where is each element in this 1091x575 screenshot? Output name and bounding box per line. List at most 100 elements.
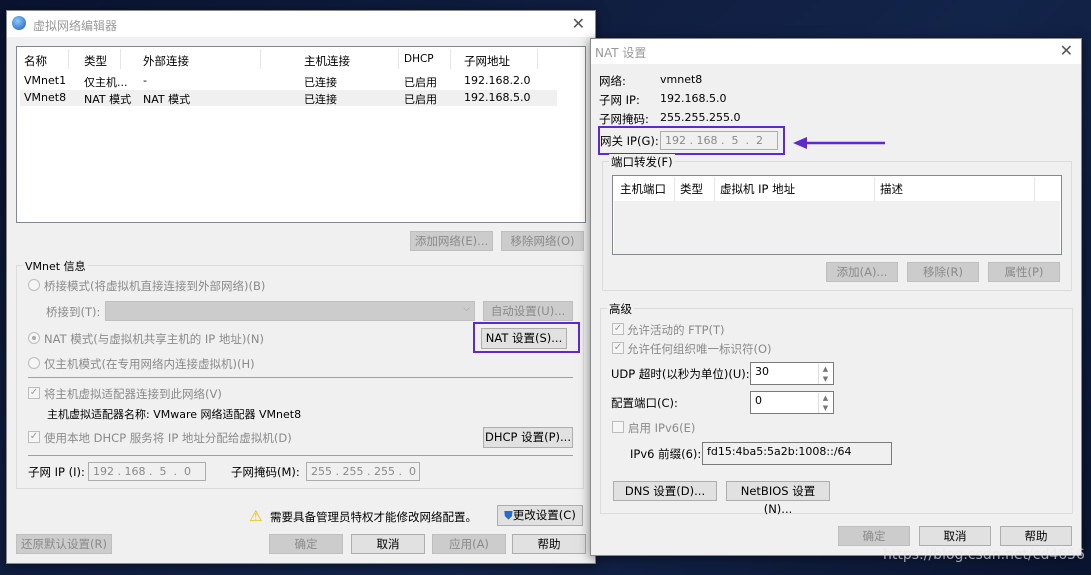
add-port-button[interactable]: 添加(A)...: [826, 262, 898, 282]
cell: VMnet1: [24, 74, 67, 87]
col-header-dhcp[interactable]: DHCP: [404, 53, 434, 65]
group-label: 高级: [607, 301, 634, 317]
ok-button[interactable]: 确定: [269, 534, 343, 554]
subnet-mask-input[interactable]: 255 . 255 . 255 . 0: [306, 462, 420, 481]
change-settings-label: 更改设置(C): [512, 508, 576, 522]
cell: 已连接: [304, 93, 337, 106]
bridge-mode-label: 桥接模式(将虚拟机直接连接到外部网络)(B): [44, 279, 266, 293]
config-port-label: 配置端口(C):: [611, 396, 678, 410]
allow-ftp-label: 允许活动的 FTP(T): [627, 323, 725, 337]
group-label: 端口转发(F): [609, 154, 675, 170]
table-row[interactable]: VMnet1 仅主机... - 已连接 已启用 192.168.2.0: [20, 73, 557, 89]
dns-settings-button[interactable]: DNS 设置(D)...: [613, 481, 717, 501]
adapter-name-text: 主机虚拟适配器名称: VMware 网络适配器 VMnet8: [47, 408, 302, 421]
cell: NAT 模式: [84, 93, 132, 106]
subnet-mask-value: 255.255.255.0: [660, 111, 741, 124]
table-row-selected[interactable]: VMnet8 NAT 模式 NAT 模式 已连接 已启用 192.168.5.0: [20, 90, 557, 106]
cell: 已连接: [304, 76, 337, 89]
udp-timeout-stepper[interactable]: 30 ▲ ▼: [750, 362, 834, 385]
close-icon[interactable]: ✕: [572, 14, 585, 33]
enable-ipv6-checkbox[interactable]: [612, 421, 624, 433]
remove-port-button[interactable]: 移除(R): [907, 262, 979, 282]
highlight-box: [473, 322, 580, 353]
cell: -: [143, 74, 147, 87]
cell: 192.168.2.0: [464, 74, 531, 87]
col-header-vm-ip[interactable]: 虚拟机 IP 地址: [720, 181, 795, 197]
uac-shield-icon: ⛊: [504, 508, 513, 522]
cancel-button[interactable]: 取消: [351, 534, 425, 554]
window-title: NAT 设置: [595, 46, 647, 60]
cell: 仅主机...: [84, 76, 128, 89]
col-header-description[interactable]: 描述: [880, 181, 903, 197]
cancel-button[interactable]: 取消: [919, 526, 991, 546]
title-bar: 虚拟网络编辑器 ✕: [7, 11, 595, 37]
ok-button[interactable]: 确定: [838, 526, 910, 546]
allow-oui-label: 允许任何组织唯一标识符(O): [627, 342, 772, 356]
ipv6-prefix-input[interactable]: fd15:4ba5:5a2b:1008::/64: [702, 442, 892, 465]
highlight-box: [598, 126, 785, 155]
add-network-button[interactable]: 添加网络(E)...: [410, 231, 493, 251]
chevron-down-icon: ⌵: [463, 304, 470, 314]
nat-mode-label: NAT 模式(与虚拟机共享主机的 IP 地址)(N): [44, 332, 264, 346]
cell: 192.168.5.0: [464, 91, 531, 104]
bridge-to-dropdown[interactable]: ⌵: [105, 301, 475, 321]
apply-button[interactable]: 应用(A): [432, 534, 506, 554]
cell: 已启用: [404, 93, 437, 106]
restore-defaults-button[interactable]: 还原默认设置(R): [16, 534, 112, 554]
port-forwarding-list[interactable]: 主机端口 类型 虚拟机 IP 地址 描述: [612, 175, 1062, 255]
admin-warning-text: 需要具备管理员特权才能修改网络配置。: [270, 510, 477, 524]
ipv6-prefix-label: IPv6 前缀(6):: [630, 447, 702, 461]
config-port-stepper[interactable]: 0 ▲ ▼: [750, 391, 834, 414]
bridge-mode-radio[interactable]: [28, 279, 40, 291]
network-globe-icon: [12, 16, 26, 30]
dhcp-settings-button[interactable]: DHCP 设置(P)...: [483, 427, 573, 448]
warning-icon: ⚠: [249, 507, 263, 525]
col-header-type[interactable]: 类型: [84, 53, 107, 69]
cell: NAT 模式: [143, 93, 191, 106]
allow-ftp-checkbox[interactable]: ✓: [612, 323, 624, 335]
col-header-host[interactable]: 主机连接: [304, 53, 350, 69]
watermark: https://blog.csdn.net/cd4656: [883, 547, 1085, 563]
col-header-type[interactable]: 类型: [680, 181, 703, 197]
arrow-left-icon: [793, 137, 885, 149]
udp-timeout-label: UDP 超时(以秒为单位)(U):: [611, 367, 750, 381]
group-label: VMnet 信息: [23, 258, 88, 274]
subnet-mask-label: 子网掩码:: [599, 112, 649, 126]
allow-oui-checkbox[interactable]: ✓: [612, 342, 624, 354]
cell: VMnet8: [24, 91, 67, 104]
subnet-ip-value: 192.168.5.0: [660, 92, 727, 105]
enable-ipv6-label: 启用 IPv6(E): [628, 421, 696, 435]
network-value: vmnet8: [660, 73, 703, 86]
help-button[interactable]: 帮助: [512, 534, 586, 554]
col-header-name[interactable]: 名称: [24, 53, 47, 69]
window-title: 虚拟网络编辑器: [33, 19, 118, 33]
connect-adapter-label: 将主机虚拟适配器连接到此网络(V): [44, 387, 222, 401]
close-icon[interactable]: ✕: [1060, 41, 1073, 60]
udp-timeout-value: 30: [755, 365, 769, 378]
cell: 已启用: [404, 76, 437, 89]
help-button[interactable]: 帮助: [1000, 526, 1072, 546]
subnet-ip-label: 子网 IP:: [599, 93, 640, 107]
use-dhcp-checkbox[interactable]: ✓: [28, 431, 40, 443]
config-port-value: 0: [755, 394, 762, 407]
subnet-mask-label: 子网掩码(M):: [231, 465, 300, 479]
host-only-radio[interactable]: [28, 357, 40, 369]
auto-settings-button[interactable]: 自动设置(U)...: [483, 301, 573, 321]
remove-network-button[interactable]: 移除网络(O): [501, 231, 584, 251]
netbios-settings-button[interactable]: NetBIOS 设置(N)...: [726, 481, 830, 516]
col-header-external[interactable]: 外部连接: [143, 53, 189, 69]
subnet-ip-label: 子网 IP (I):: [28, 465, 85, 479]
host-only-label: 仅主机模式(在专用网络内连接虚拟机)(H): [44, 357, 255, 371]
spin-arrows-icon[interactable]: ▲ ▼: [818, 364, 832, 384]
change-settings-button[interactable]: ⛊更改设置(C): [497, 505, 583, 526]
properties-button[interactable]: 属性(P): [988, 262, 1060, 282]
bridge-to-label: 桥接到(T):: [46, 305, 101, 319]
nat-mode-radio[interactable]: [28, 332, 40, 344]
network-list[interactable]: 名称 类型 外部连接 主机连接 DHCP 子网地址 VMnet1 仅主机... …: [16, 46, 586, 223]
network-label: 网络:: [599, 74, 626, 88]
connect-adapter-checkbox[interactable]: ✓: [28, 387, 40, 399]
col-header-host-port[interactable]: 主机端口: [620, 181, 666, 197]
spin-arrows-icon[interactable]: ▲ ▼: [818, 393, 832, 413]
subnet-ip-input[interactable]: 192 . 168 . 5 . 0: [88, 462, 206, 481]
col-header-subnet[interactable]: 子网地址: [464, 53, 510, 69]
